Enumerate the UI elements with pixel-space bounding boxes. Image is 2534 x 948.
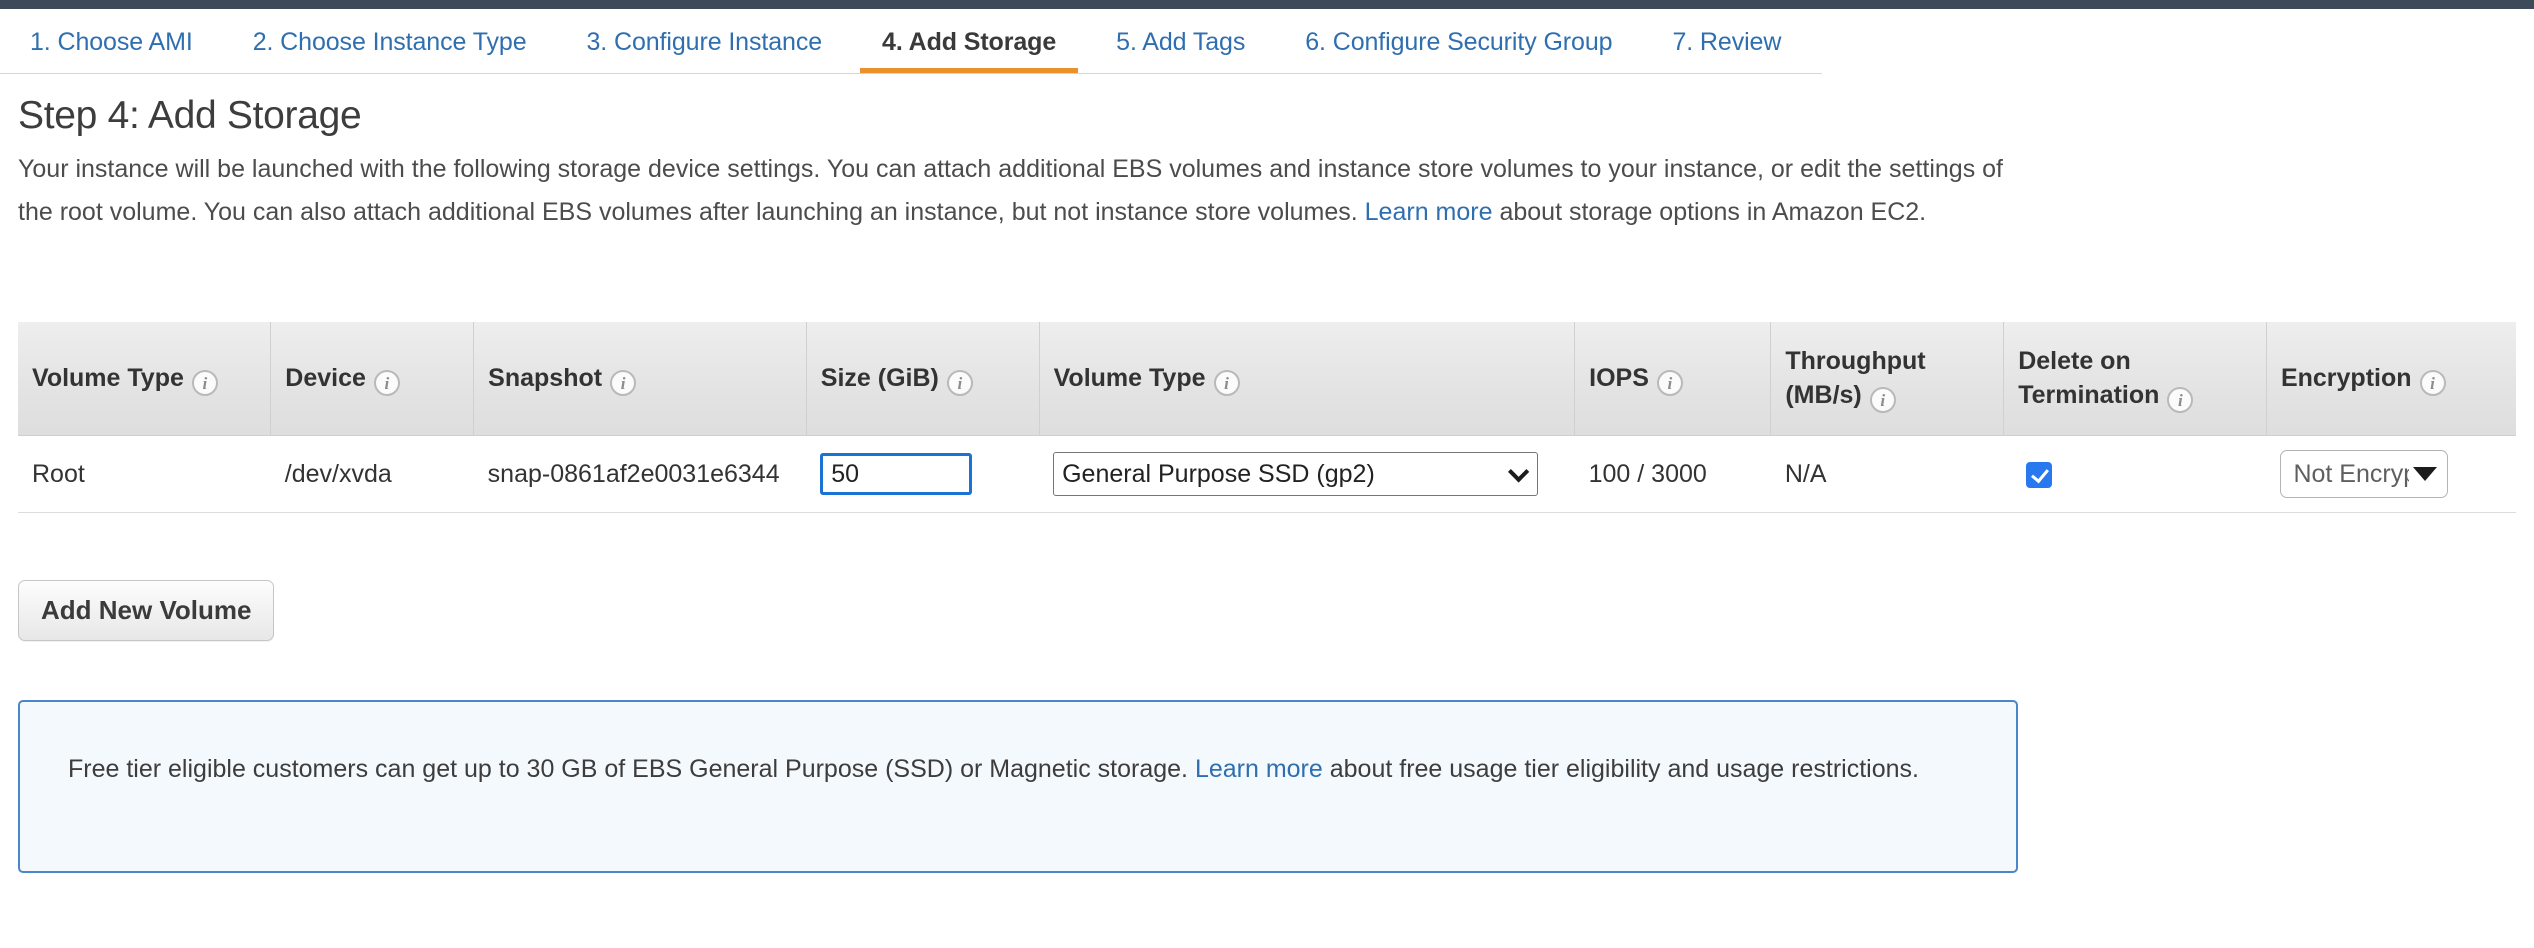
info-icon[interactable]: i (2419, 370, 2446, 396)
triangle-down-icon (2413, 467, 2438, 481)
free-tier-learn-more-link[interactable]: Learn more (1195, 755, 1323, 783)
tab-configure-security-group[interactable]: 6. Configure Security Group (1275, 9, 1642, 72)
storage-table-header: Volume Type i Device i Snapshot i Size (GiB… (18, 322, 2516, 436)
free-tier-callout: Free tier eligible customers can get up … (18, 700, 2018, 873)
free-tier-callout-text: Free tier eligible customers can get up … (68, 748, 1968, 791)
info-icon[interactable]: i (2167, 387, 2194, 413)
tab-label: 5. Add Tags (1116, 28, 1246, 56)
info-icon[interactable]: i (946, 370, 973, 396)
tab-label: 3. Configure Instance (586, 28, 823, 56)
size-input[interactable] (820, 453, 973, 495)
tab-add-tags[interactable]: 5. Add Tags (1086, 9, 1275, 72)
header-volume-type-role: Volume Type i (18, 322, 271, 436)
tab-choose-instance-type[interactable]: 2. Choose Instance Type (223, 9, 557, 72)
header-label: Size (GiB) (820, 364, 939, 392)
info-icon[interactable]: i (610, 370, 637, 396)
header-label: Volume Type (32, 364, 184, 392)
header-volume-type: Volume Type i (1038, 322, 1575, 436)
header-snapshot: Snapshot i (473, 322, 807, 436)
header-label: IOPS (1589, 364, 1649, 392)
header-device: Device i (270, 322, 474, 436)
cell-throughput: N/A (1770, 435, 2004, 513)
storage-options-learn-more-link[interactable]: Learn more (1365, 198, 1493, 226)
header-label: Throughput (MB/s) (1785, 347, 1926, 409)
header-label: Device (285, 364, 366, 392)
encryption-select[interactable]: Not Encrypted (2280, 450, 2449, 498)
header-encryption: Encryption i (2265, 322, 2516, 436)
info-icon[interactable]: i (191, 370, 218, 396)
cell-volume-type: General Purpose SSD (gp2) (1039, 435, 1575, 513)
storage-table: Volume Type i Device i Snapshot i Size (GiB… (18, 322, 2516, 513)
header-label: Snapshot (488, 364, 603, 392)
tab-label: 7. Review (1672, 28, 1782, 56)
callout-text-before-link: Free tier eligible customers can get up … (68, 755, 1195, 783)
header-label: Volume Type (1053, 364, 1206, 392)
volume-type-select[interactable]: General Purpose SSD (gp2) (1053, 452, 1539, 496)
cell-size (806, 435, 1040, 513)
tab-add-storage[interactable]: 4. Add Storage (852, 9, 1086, 73)
cell-device: /dev/xvda (270, 435, 474, 513)
wizard-tab-bar: 1. Choose AMI 2. Choose Instance Type 3.… (0, 9, 1822, 74)
tab-label: 4. Add Storage (882, 28, 1057, 56)
header-label: Delete on Termination (2018, 347, 2160, 409)
volume-type-select-wrapper: General Purpose SSD (gp2) (1053, 452, 1539, 496)
page-title: Step 4: Add Storage (18, 94, 362, 137)
info-icon[interactable]: i (1656, 370, 1683, 396)
header-size: Size (GiB) i (805, 322, 1040, 436)
page-description: Your instance will be launched with the … (18, 148, 2038, 234)
description-text-after-link: about storage options in Amazon EC2. (1492, 198, 1927, 226)
header-row: Volume Type i Device i Snapshot i Size (GiB… (18, 322, 2516, 436)
page-header: Step 4: Add Storage Your instance will b… (18, 92, 2118, 234)
info-icon[interactable]: i (1213, 370, 1240, 396)
tab-label: 1. Choose AMI (30, 28, 193, 56)
info-icon[interactable]: i (1869, 387, 1896, 413)
tab-choose-ami[interactable]: 1. Choose AMI (0, 9, 223, 72)
cell-volume-role: Root (18, 435, 271, 513)
header-label: Encryption (2280, 364, 2412, 392)
cell-iops: 100 / 3000 (1574, 435, 1771, 513)
header-throughput: Throughput (MB/s) i (1770, 322, 2004, 436)
cell-delete-on-termination (2003, 435, 2267, 513)
header-iops: IOPS i (1574, 322, 1771, 436)
header-delete-on-termination: Delete on Termination i (2003, 322, 2267, 436)
encryption-select-value: Not Encrypted (2293, 460, 2409, 488)
storage-table-body: Root /dev/xvda snap-0861af2e0031e6344 Ge… (18, 435, 2516, 513)
info-icon[interactable]: i (373, 370, 400, 396)
callout-text-after-link: about free usage tier eligibility and us… (1322, 755, 1919, 783)
table-row: Root /dev/xvda snap-0861af2e0031e6344 Ge… (18, 435, 2516, 513)
tab-review[interactable]: 7. Review (1642, 9, 1811, 72)
tab-configure-instance[interactable]: 3. Configure Instance (557, 9, 853, 72)
storage-table-container: Volume Type i Device i Snapshot i Size (GiB… (18, 322, 2516, 513)
cell-encryption: Not Encrypted (2266, 435, 2516, 513)
top-chrome-bar (0, 0, 2534, 9)
cell-snapshot: snap-0861af2e0031e6344 (473, 435, 807, 513)
tab-label: 2. Choose Instance Type (252, 28, 527, 56)
tab-label: 6. Configure Security Group (1305, 28, 1613, 56)
add-new-volume-button[interactable]: Add New Volume (18, 580, 275, 641)
delete-on-termination-checkbox[interactable] (2025, 462, 2052, 489)
